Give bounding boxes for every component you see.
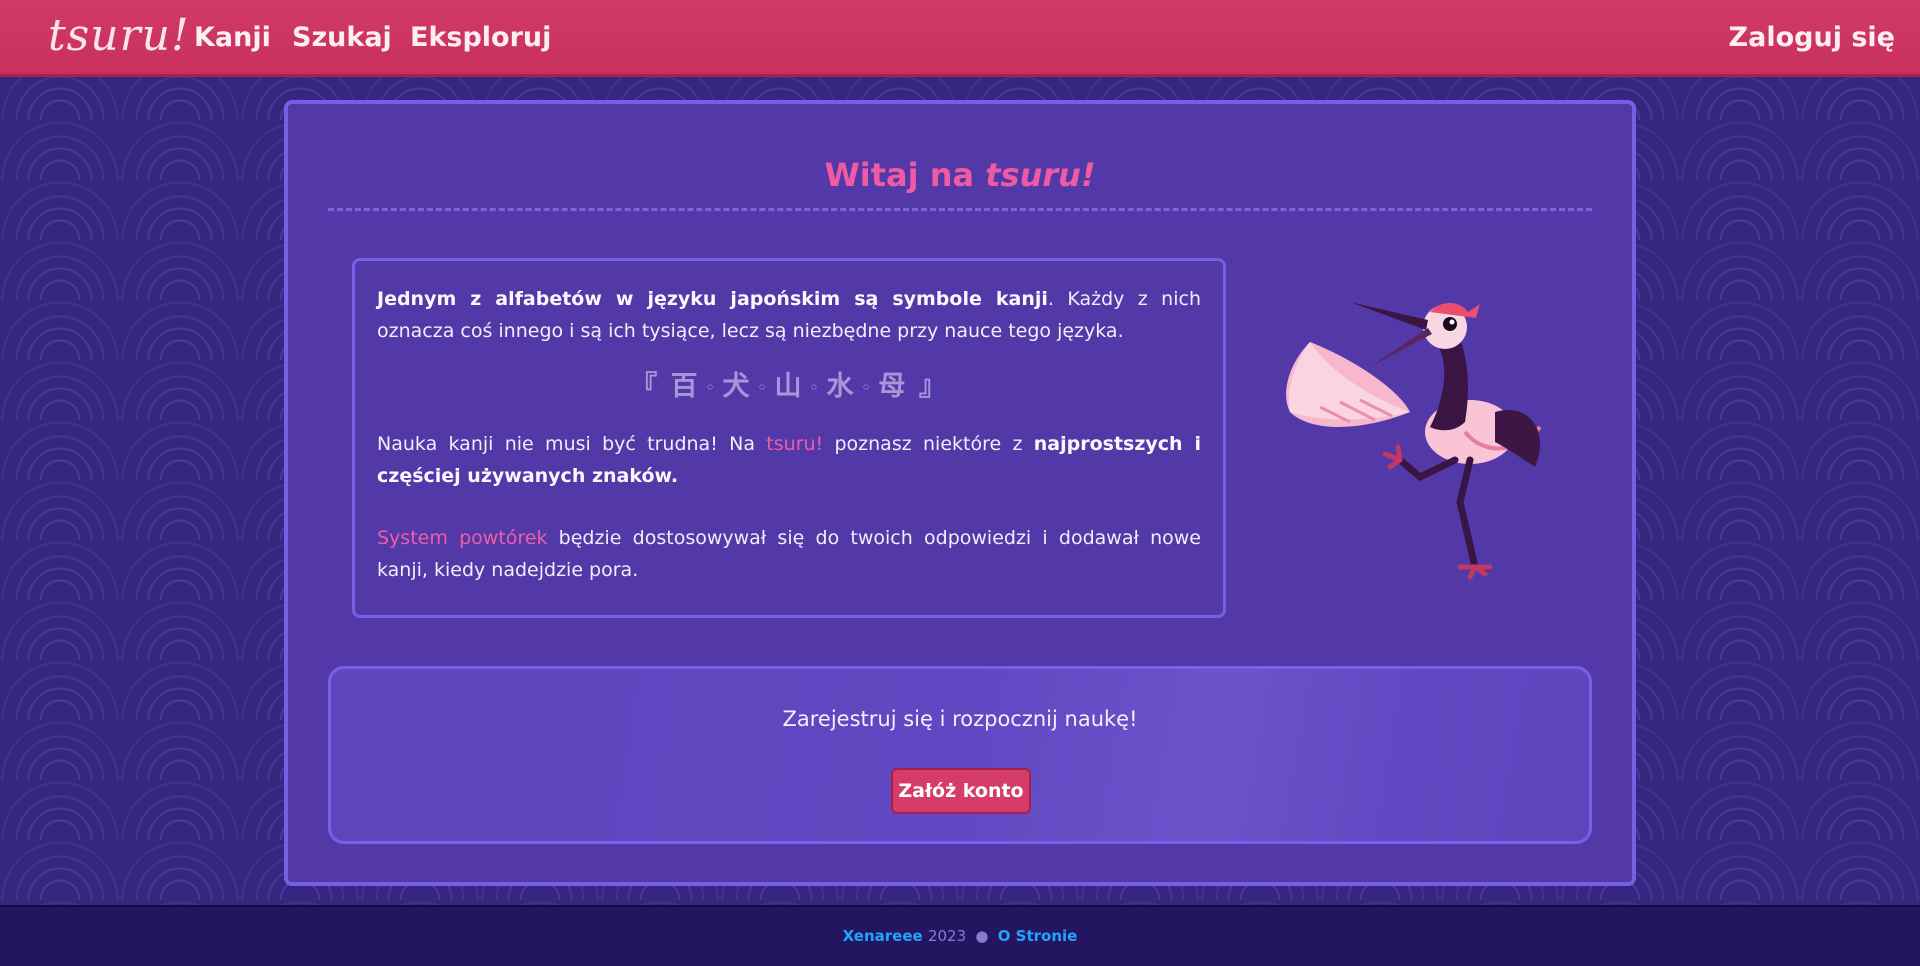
kanji-char: 犬 [722, 371, 752, 402]
welcome-card: Witaj na tsuru! Jednym z alfabetów w jęz… [284, 100, 1636, 886]
kanji-bracket-open: 『 [630, 371, 660, 402]
dashed-divider [328, 208, 1592, 211]
kanji-char: 山 [774, 371, 804, 402]
signup-box: Zarejestruj się i rozpocznij naukę! Załó… [328, 666, 1592, 844]
footer: Xenareee 2023 ● O Stronie [0, 905, 1920, 966]
welcome-brand: tsuru! [985, 156, 1096, 194]
kanji-bracket-close: 』 [918, 371, 948, 402]
kanji-separator: ◦ [757, 379, 769, 396]
kanji-char: 百 [670, 371, 700, 402]
kanji-highlight: kanji [995, 288, 1048, 310]
footer-year: 2023 [927, 927, 967, 945]
kanji-examples: 『 百 ◦ 犬 ◦ 山 ◦ 水 ◦ 母 』 [377, 371, 1201, 404]
info-box: Jednym z alfabetów w języku japońskim są… [352, 258, 1226, 618]
kanji-char: 水 [826, 371, 856, 402]
srs-paragraph: System powtórek będzie dostosowywał się … [377, 522, 1201, 586]
nav-link-eksploruj[interactable]: Eksploruj [410, 22, 551, 53]
login-link[interactable]: Zaloguj się [1729, 22, 1895, 53]
intro-bold: Jednym z alfabetów w języku japońskim są… [377, 288, 996, 310]
footer-author-link[interactable]: Xenareee [843, 927, 923, 945]
nav-link-szukaj[interactable]: Szukaj [292, 22, 392, 53]
footer-dot: ● [975, 927, 989, 945]
learning-mid: poznasz niektóre z [823, 432, 1034, 455]
intro-paragraph: Jednym z alfabetów w języku japońskim są… [377, 283, 1201, 347]
nav-link-kanji[interactable]: Kanji [194, 22, 271, 53]
top-navbar: tsuru! Kanji Szukaj Eksploruj Zaloguj si… [0, 0, 1920, 77]
kanji-separator: ◦ [705, 379, 717, 396]
srs-link[interactable]: System powtórek [377, 527, 547, 549]
kanji-separator: ◦ [861, 379, 873, 396]
crane-illustration [1286, 302, 1542, 580]
footer-about-link[interactable]: O Stronie [998, 927, 1078, 945]
logo[interactable]: tsuru! [48, 10, 190, 61]
welcome-prefix: Witaj na [824, 156, 986, 194]
signup-text: Zarejestruj się i rozpocznij naukę! [782, 707, 1138, 731]
learning-start: Nauka kanji nie musi być trudna! Na [377, 432, 767, 455]
learning-paragraph: Nauka kanji nie musi być trudna! Na tsur… [377, 428, 1201, 492]
learning-brand: tsuru! [766, 432, 824, 455]
kanji-char: 母 [878, 371, 908, 402]
kanji-separator: ◦ [809, 379, 821, 396]
create-account-button[interactable]: Załóż konto [891, 768, 1031, 814]
welcome-title: Witaj na tsuru! [288, 156, 1632, 194]
learning-end: . [670, 464, 679, 487]
